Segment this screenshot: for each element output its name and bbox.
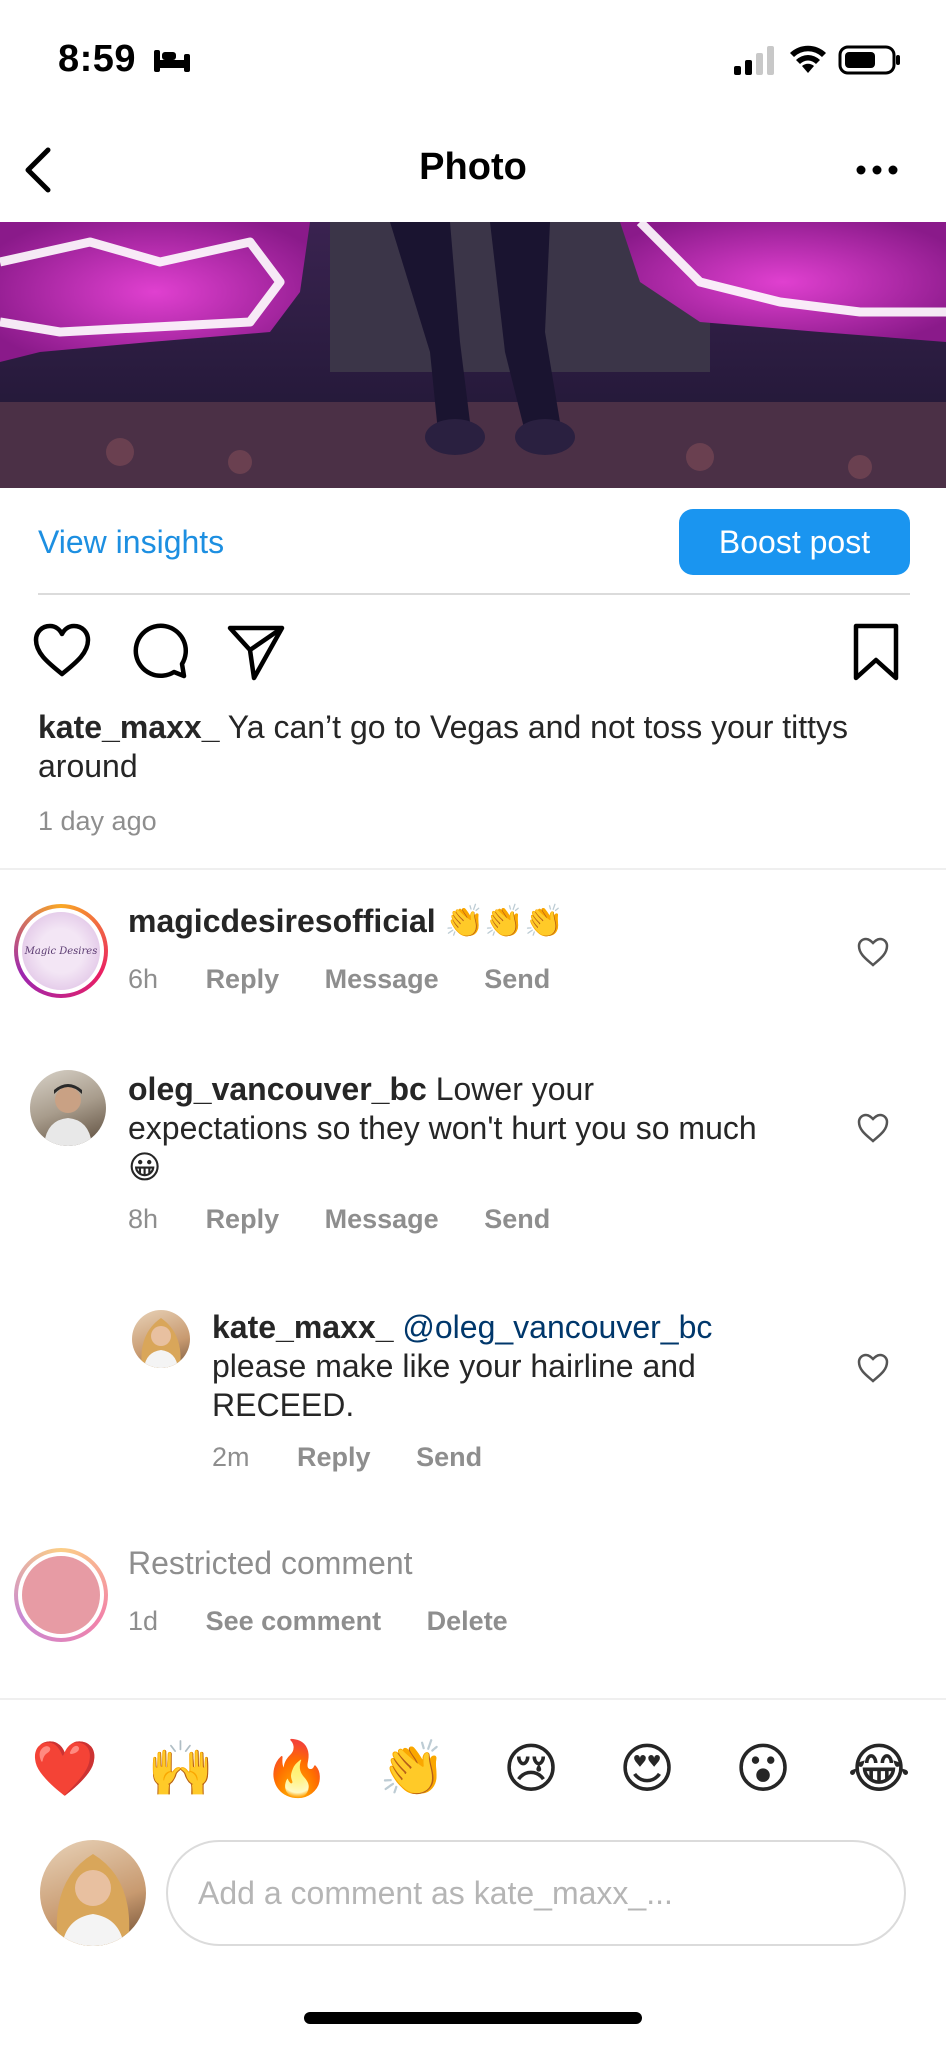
comment-meta: 2m Reply Send <box>212 1442 520 1473</box>
avatar[interactable] <box>14 1548 108 1642</box>
bookmark-icon[interactable] <box>844 620 908 684</box>
send-button[interactable]: Send <box>484 1204 550 1234</box>
current-user-avatar <box>40 1840 146 1946</box>
emoji-heart[interactable]: ❤️ <box>28 1732 102 1806</box>
avatar-image <box>141 1318 181 1368</box>
message-button[interactable]: Message <box>325 964 439 994</box>
caption-username[interactable]: kate_maxx_ <box>38 709 219 745</box>
view-insights-link[interactable]: View insights <box>38 524 224 561</box>
emoji-fire[interactable]: 🔥 <box>260 1732 334 1806</box>
comment-like-icon[interactable] <box>856 1112 890 1144</box>
comment-meta: 6h Reply Message Send <box>128 964 588 995</box>
comment-like-icon[interactable] <box>856 1352 890 1384</box>
post-actions <box>0 620 946 690</box>
comment-meta: 8h Reply Message Send <box>128 1204 588 1235</box>
comment-time: 2m <box>212 1442 250 1472</box>
divider <box>0 868 946 870</box>
avatar-logo-text: Magic Desires <box>24 945 98 957</box>
back-arrow-icon[interactable] <box>14 142 62 198</box>
share-send-icon[interactable] <box>224 620 288 684</box>
page-title: Photo <box>419 146 527 188</box>
post-caption: kate_maxx_ Ya can’t go to Vegas and not … <box>38 708 898 786</box>
more-options-icon[interactable] <box>852 150 902 190</box>
emoji-laughing[interactable]: 😂 <box>842 1732 916 1806</box>
comment-time: 6h <box>128 964 159 994</box>
divider <box>38 593 910 595</box>
comment-input[interactable] <box>166 1840 906 1946</box>
emoji-crying[interactable]: 😢 <box>494 1732 568 1806</box>
post-photo[interactable] <box>0 222 946 488</box>
like-heart-icon[interactable] <box>30 620 94 684</box>
emoji-surprised[interactable]: 😮 <box>726 1732 800 1806</box>
sleep-mode-icon <box>154 50 190 72</box>
send-button[interactable]: Send <box>484 964 550 994</box>
avatar[interactable] <box>30 1070 106 1146</box>
mention-link[interactable]: @oleg_vancouver_bc <box>402 1309 712 1345</box>
comment-time: 8h <box>128 1204 159 1234</box>
battery-icon <box>838 45 900 75</box>
boost-post-button[interactable]: Boost post <box>679 509 910 575</box>
see-comment-button[interactable]: See comment <box>206 1606 382 1636</box>
comment-time: 1d <box>128 1606 159 1636</box>
nav-bar: Photo <box>0 120 946 220</box>
status-time: 8:59 <box>58 38 137 80</box>
comment-like-icon[interactable] <box>856 936 890 968</box>
reply-button[interactable]: Reply <box>206 1204 280 1234</box>
quick-emoji-bar: ❤️ 🙌 🔥 👏 😢 😍 😮 😂 <box>0 1732 946 1806</box>
avatar[interactable]: Magic Desires <box>14 904 108 998</box>
insights-row: View insights Boost post <box>0 488 946 594</box>
comment-text: kate_maxx_ @oleg_vancouver_bc please make… <box>212 1309 713 1423</box>
status-bar: 8:59 <box>0 0 946 120</box>
comment-username[interactable]: magicdesiresofficial <box>128 903 436 939</box>
emoji-clapping[interactable]: 👏 <box>376 1732 450 1806</box>
comment-text: magicdesiresofficial 👏👏👏 <box>128 903 565 939</box>
reply-button[interactable]: Reply <box>206 964 280 994</box>
comment-username[interactable]: oleg_vancouver_bc <box>128 1071 427 1107</box>
delete-button[interactable]: Delete <box>427 1606 508 1636</box>
avatar-image <box>44 1084 92 1146</box>
emoji-raising-hands[interactable]: 🙌 <box>144 1732 218 1806</box>
message-button[interactable]: Message <box>325 1204 439 1234</box>
comment-icon[interactable] <box>128 620 192 684</box>
comment-username[interactable]: kate_maxx_ <box>212 1309 393 1345</box>
post-photo-image <box>0 222 946 488</box>
comment-text: oleg_vancouver_bc Lower your expectation… <box>128 1071 757 1185</box>
home-indicator[interactable] <box>304 2012 642 2024</box>
send-button[interactable]: Send <box>416 1442 482 1472</box>
restricted-comment-label: Restricted comment <box>128 1545 413 1581</box>
reply-button[interactable]: Reply <box>297 1442 371 1472</box>
wifi-icon <box>790 45 826 73</box>
divider <box>0 1698 946 1700</box>
avatar-image <box>56 1854 130 1946</box>
cellular-signal-icon <box>734 46 774 75</box>
avatar[interactable] <box>132 1310 190 1368</box>
post-timestamp: 1 day ago <box>38 806 157 836</box>
comment-meta: 1d See comment Delete <box>128 1606 546 1637</box>
emoji-heart-eyes[interactable]: 😍 <box>610 1732 684 1806</box>
